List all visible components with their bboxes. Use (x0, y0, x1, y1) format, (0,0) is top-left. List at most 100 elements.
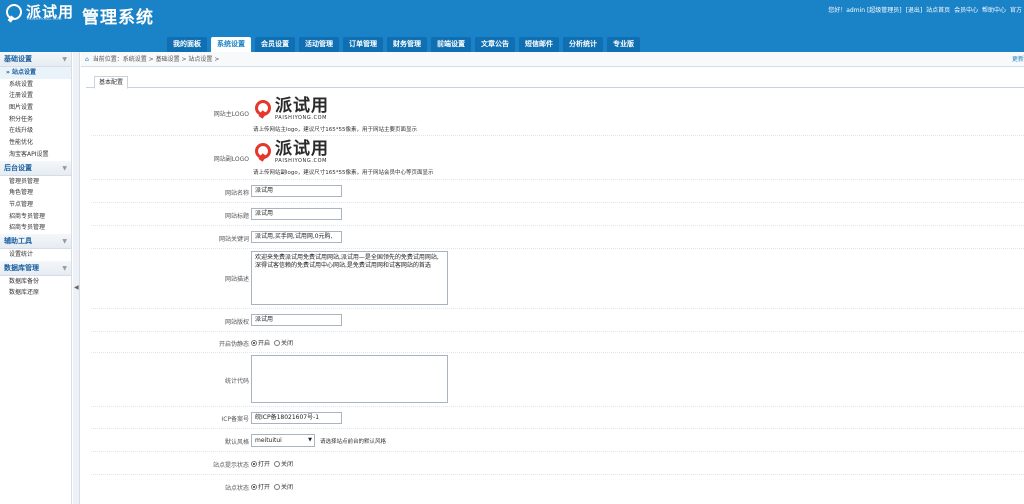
label-site-hint: 站点提示状态 (212, 462, 249, 469)
sidebar-item-system-settings[interactable]: 系统设置 (0, 79, 71, 91)
caret-down-icon: ▼ (62, 164, 67, 172)
site-hint-open[interactable]: 打开 (251, 459, 270, 468)
main-logo-image[interactable]: 派试用 PAISHIYONG.COM (255, 97, 329, 121)
form-row-sub-logo: 网站副LOGO 派试用 PAISHIYONG.COM 请上传网站副logo，建议… (91, 137, 1024, 180)
brand-name: 派试用 (275, 139, 329, 159)
nav-tab-analytics[interactable]: 分析统计 (563, 37, 603, 52)
radio-unchecked-icon (274, 483, 281, 490)
nav-tab-dashboard[interactable]: 我的面板 (167, 37, 207, 52)
form-row-site-name: 网站名称 派试用 (91, 181, 1024, 203)
dropdown-arrow-icon: ▼ (308, 437, 312, 443)
site-status-open[interactable]: 打开 (251, 482, 270, 491)
site-status-close[interactable]: 关闭 (274, 482, 293, 491)
label-pseudo-static: 开启伪静态 (218, 341, 249, 348)
system-title: 管理系统 (82, 8, 154, 28)
label-keywords: 网站关键词 (218, 236, 249, 243)
pseudo-static-radio-group: 开启 关闭 (251, 338, 297, 347)
main-nav: 我的面板 系统设置 会员设置 活动管理 订单管理 财务管理 前端设置 文章公告 … (167, 37, 644, 52)
label-style: 默认风格 (224, 439, 249, 446)
brand-logo-icon (255, 143, 271, 159)
top-header: 派试用 PAISHIYONG.COM 管理系统 您好！admin [超级管理员]… (0, 0, 1024, 52)
copyright-input[interactable]: 派试用 (251, 314, 342, 326)
radio-unchecked-icon (274, 460, 281, 467)
pseudo-static-on[interactable]: 开启 (251, 338, 270, 347)
pseudo-static-off[interactable]: 关闭 (274, 338, 293, 347)
nav-tab-activity[interactable]: 活动管理 (299, 37, 339, 52)
sidebar-item-merchant-agent-1[interactable]: 招商专员管理 (0, 211, 71, 223)
label-stats-code: 统计代码 (224, 378, 249, 385)
label-copyright: 网站版权 (224, 319, 249, 326)
sidebar-item-points-tasks[interactable]: 积分任务 (0, 114, 71, 126)
brand-logo-icon (255, 100, 271, 116)
form-row-style: 默认风格 meituitui ▼ 请选择站点前台的默认风格 (91, 430, 1024, 452)
form-row-main-logo: 网站主LOGO 派试用 PAISHIYONG.COM 请上传网站主logo，建议… (91, 89, 1024, 136)
sidebar-item-db-restore[interactable]: 数据库还原 (0, 287, 71, 299)
caret-down-icon: ▼ (62, 56, 67, 63)
description-textarea[interactable]: 欢迎来免费派试用免费试用网站,派试用—是全国领先的免费试用网站,深得试客信赖的免… (251, 251, 448, 305)
sidebar-section-tools[interactable]: 辅助工具 ▼ (0, 233, 71, 249)
brand-name: 派试用 (275, 96, 329, 116)
form-row-site-status: 站点状态 打开 关闭 (91, 476, 1024, 498)
logout-link[interactable]: [退出] (906, 7, 923, 14)
collapse-arrow-icon[interactable]: ◀ (74, 284, 79, 291)
sidebar-item-performance[interactable]: 性能优化 (0, 137, 71, 149)
sidebar-item-merchant-agent-2[interactable]: 招商专员管理 (0, 222, 71, 234)
form-row-icp: ICP备案号 皖ICP备18021607号-1 (91, 408, 1024, 429)
official-link[interactable]: 官方 (1010, 7, 1022, 14)
label-site-name: 网站名称 (224, 190, 249, 197)
sidebar-collapse-bar[interactable]: ◀ (73, 52, 80, 504)
site-hint-close[interactable]: 关闭 (274, 459, 293, 468)
help-center-link[interactable]: 帮助中心 (982, 7, 1006, 14)
sidebar-item-stats-settings[interactable]: 设置统计 (0, 249, 71, 261)
sidebar-item-register-settings[interactable]: 注册设置 (0, 90, 71, 102)
sidebar-section-admin[interactable]: 后台设置 ▼ (0, 160, 71, 176)
sidebar-item-image-settings[interactable]: 图片设置 (0, 102, 71, 114)
nav-tab-articles[interactable]: 文章公告 (475, 37, 515, 52)
radio-checked-icon (251, 483, 257, 490)
sub-logo-image[interactable]: 派试用 PAISHIYONG.COM (255, 140, 329, 164)
nav-tab-system-settings[interactable]: 系统设置 (211, 37, 251, 52)
sidebar-item-node-manage[interactable]: 节点管理 (0, 199, 71, 211)
brand-domain: PAISHIYONG.COM (275, 158, 328, 164)
logo-icon (6, 4, 22, 20)
nav-tab-orders[interactable]: 订单管理 (343, 37, 383, 52)
refresh-link[interactable]: 更新 (1012, 52, 1024, 67)
nav-tab-member-settings[interactable]: 会员设置 (255, 37, 295, 52)
nav-tab-pro[interactable]: 专业版 (607, 37, 640, 52)
sidebar-item-db-backup[interactable]: 数据库备份 (0, 276, 71, 288)
breadcrumb: ⌂ 当前位置：系统设置 > 基础设置 > 站点设置 > 更新 (81, 52, 1024, 67)
member-center-link[interactable]: 会员中心 (954, 7, 978, 14)
site-hint-radio-group: 打开 关闭 (251, 459, 297, 468)
site-name-input[interactable]: 派试用 (251, 185, 342, 197)
sidebar-item-taobao-api[interactable]: 淘宝客API设置 (0, 149, 71, 161)
site-home-link[interactable]: 站点首页 (926, 7, 950, 14)
sidebar-item-online-upgrade[interactable]: 在线升级 (0, 125, 71, 137)
tab-basic-config[interactable]: 基本配置 (94, 76, 129, 89)
form-row-site-hint: 站点提示状态 打开 关闭 (91, 453, 1024, 475)
sidebar-item-admin-manage[interactable]: 管理员管理 (0, 176, 71, 188)
brand-domain: PAISHIYONG.COM (275, 115, 328, 121)
keywords-input[interactable]: 派试用,买手网,试用网,0元购, (251, 231, 342, 243)
sidebar-section-database[interactable]: 数据库管理 ▼ (0, 260, 71, 276)
radio-unchecked-icon (274, 339, 281, 346)
nav-tab-sms-email[interactable]: 短信邮件 (519, 37, 559, 52)
main-content: ⌂ 当前位置：系统设置 > 基础设置 > 站点设置 > 更新 基本配置 网站主L… (81, 52, 1024, 504)
form-row-pseudo-static: 开启伪静态 开启 关闭 (91, 333, 1024, 353)
icp-input[interactable]: 皖ICP备18021607号-1 (251, 412, 342, 424)
caret-down-icon: ▼ (62, 237, 67, 245)
site-title-input[interactable]: 派试用 (251, 208, 342, 220)
sidebar-section-basic[interactable]: 基础设置 ▼ (0, 52, 71, 67)
stats-code-textarea[interactable] (251, 355, 448, 403)
home-icon: ⌂ (85, 56, 89, 63)
form-row-keywords: 网站关键词 派试用,买手网,试用网,0元购, (91, 227, 1024, 249)
label-site-title: 网站标题 (224, 213, 249, 220)
sidebar-item-role-manage[interactable]: 角色管理 (0, 187, 71, 199)
nav-tab-frontend[interactable]: 前端设置 (431, 37, 471, 52)
nav-tab-finance[interactable]: 财务管理 (387, 37, 427, 52)
form-row-site-title: 网站标题 派试用 (91, 204, 1024, 226)
sidebar-item-site-settings[interactable]: » 站点设置 (0, 67, 71, 79)
form-row-copyright: 网站版权 派试用 (91, 310, 1024, 332)
style-select[interactable]: meituitui ▼ (251, 434, 315, 447)
main-logo-hint: 请上传网站主logo，建议尺寸165*55像素，用于网站主要页面显示 (253, 127, 417, 133)
radio-checked-icon (251, 460, 257, 467)
